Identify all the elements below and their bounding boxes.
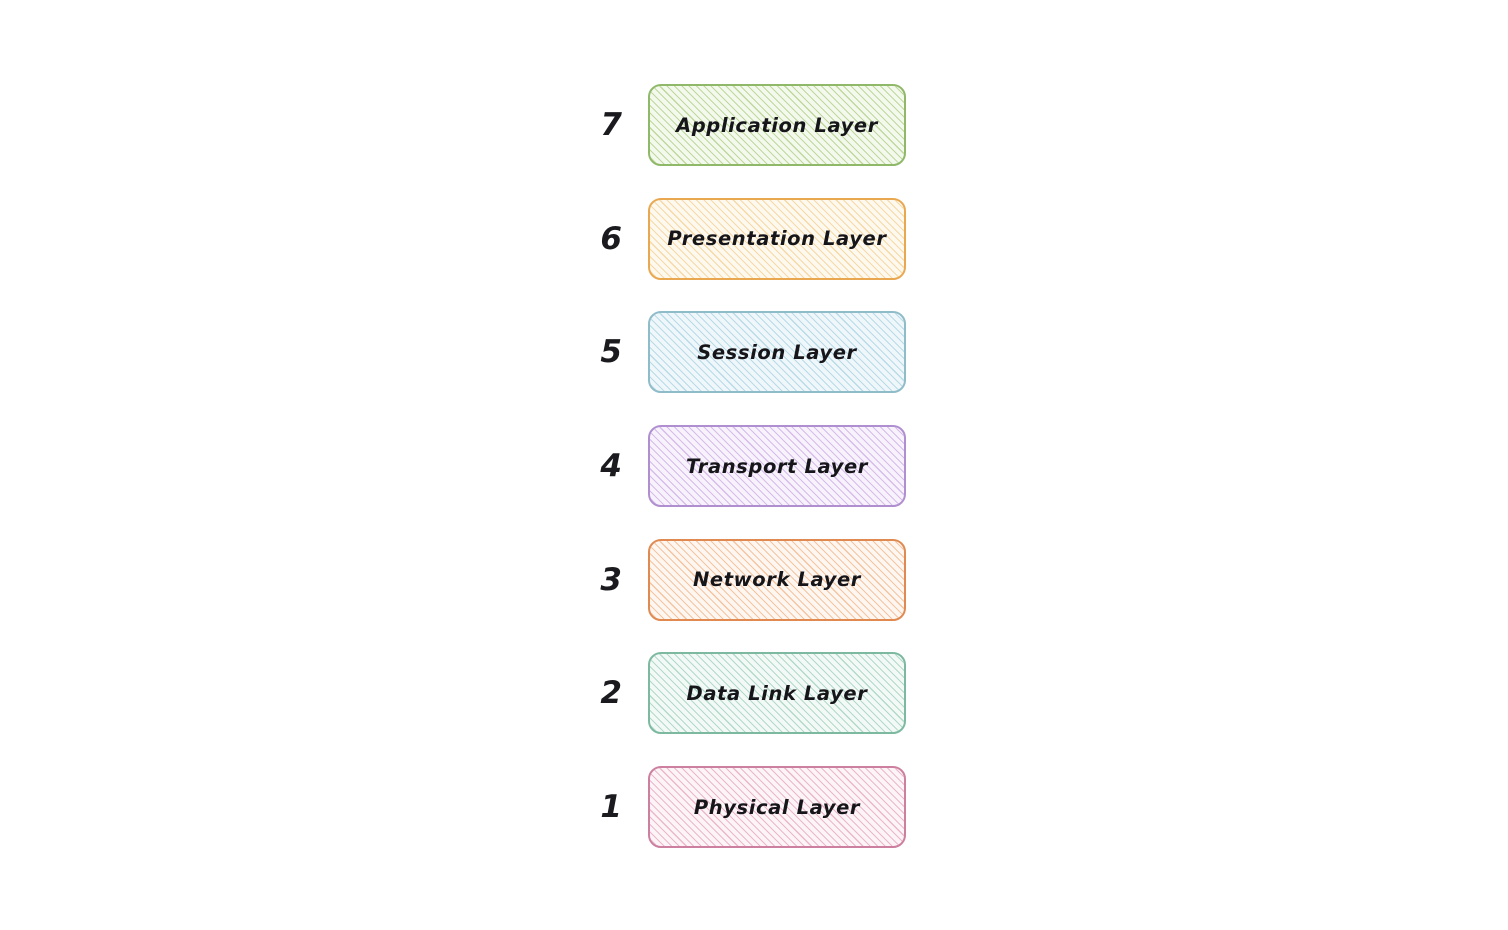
layer-label: Network Layer — [693, 568, 861, 592]
layer-label: Transport Layer — [685, 454, 869, 478]
osi-layer-row-4: 4 Transport Layer — [566, 425, 946, 508]
layer-number-1: 1 — [600, 789, 622, 826]
osi-layer-stack: 7 Application Layer 6 Presentation Layer 5 Se… — [566, 84, 946, 880]
layer-number-4: 4 — [600, 448, 622, 485]
osi-layer-row-1: 1 Physical Layer — [566, 766, 946, 849]
layer-box-network-layer[interactable]: Network Layer — [648, 538, 906, 621]
layer-box-data-link-layer[interactable]: Data Link Layer — [648, 652, 906, 735]
layer-box-transport-layer[interactable]: Transport Layer — [648, 425, 906, 508]
layer-number-6: 6 — [600, 220, 622, 257]
layer-number-2: 2 — [600, 675, 622, 712]
osi-layer-row-3: 3 Network Layer — [566, 538, 946, 621]
layer-label: Data Link Layer — [686, 681, 868, 705]
layer-label: Physical Layer — [693, 795, 861, 819]
osi-layer-row-2: 2 Data Link Layer — [566, 652, 946, 735]
layer-number-3: 3 — [600, 561, 622, 598]
layer-box-presentation-layer[interactable]: Presentation Layer — [648, 197, 906, 280]
layer-box-physical-layer[interactable]: Physical Layer — [648, 766, 906, 849]
layer-number-7: 7 — [600, 107, 622, 143]
osi-layer-row-7: 7 Application Layer — [566, 84, 946, 166]
layer-label: Application Layer — [676, 113, 878, 137]
layer-number-5: 5 — [600, 334, 622, 371]
layer-box-session-layer[interactable]: Session Layer — [648, 311, 906, 394]
layer-label: Presentation Layer — [667, 227, 887, 251]
layer-label: Session Layer — [697, 340, 857, 364]
diagram-canvas: 7 Application Layer 6 Presentation Layer 5 Se… — [0, 0, 1508, 930]
osi-layer-row-6: 6 Presentation Layer — [566, 197, 946, 280]
layer-box-application-layer[interactable]: Application Layer — [648, 84, 906, 166]
osi-layer-row-5: 5 Session Layer — [566, 311, 946, 394]
